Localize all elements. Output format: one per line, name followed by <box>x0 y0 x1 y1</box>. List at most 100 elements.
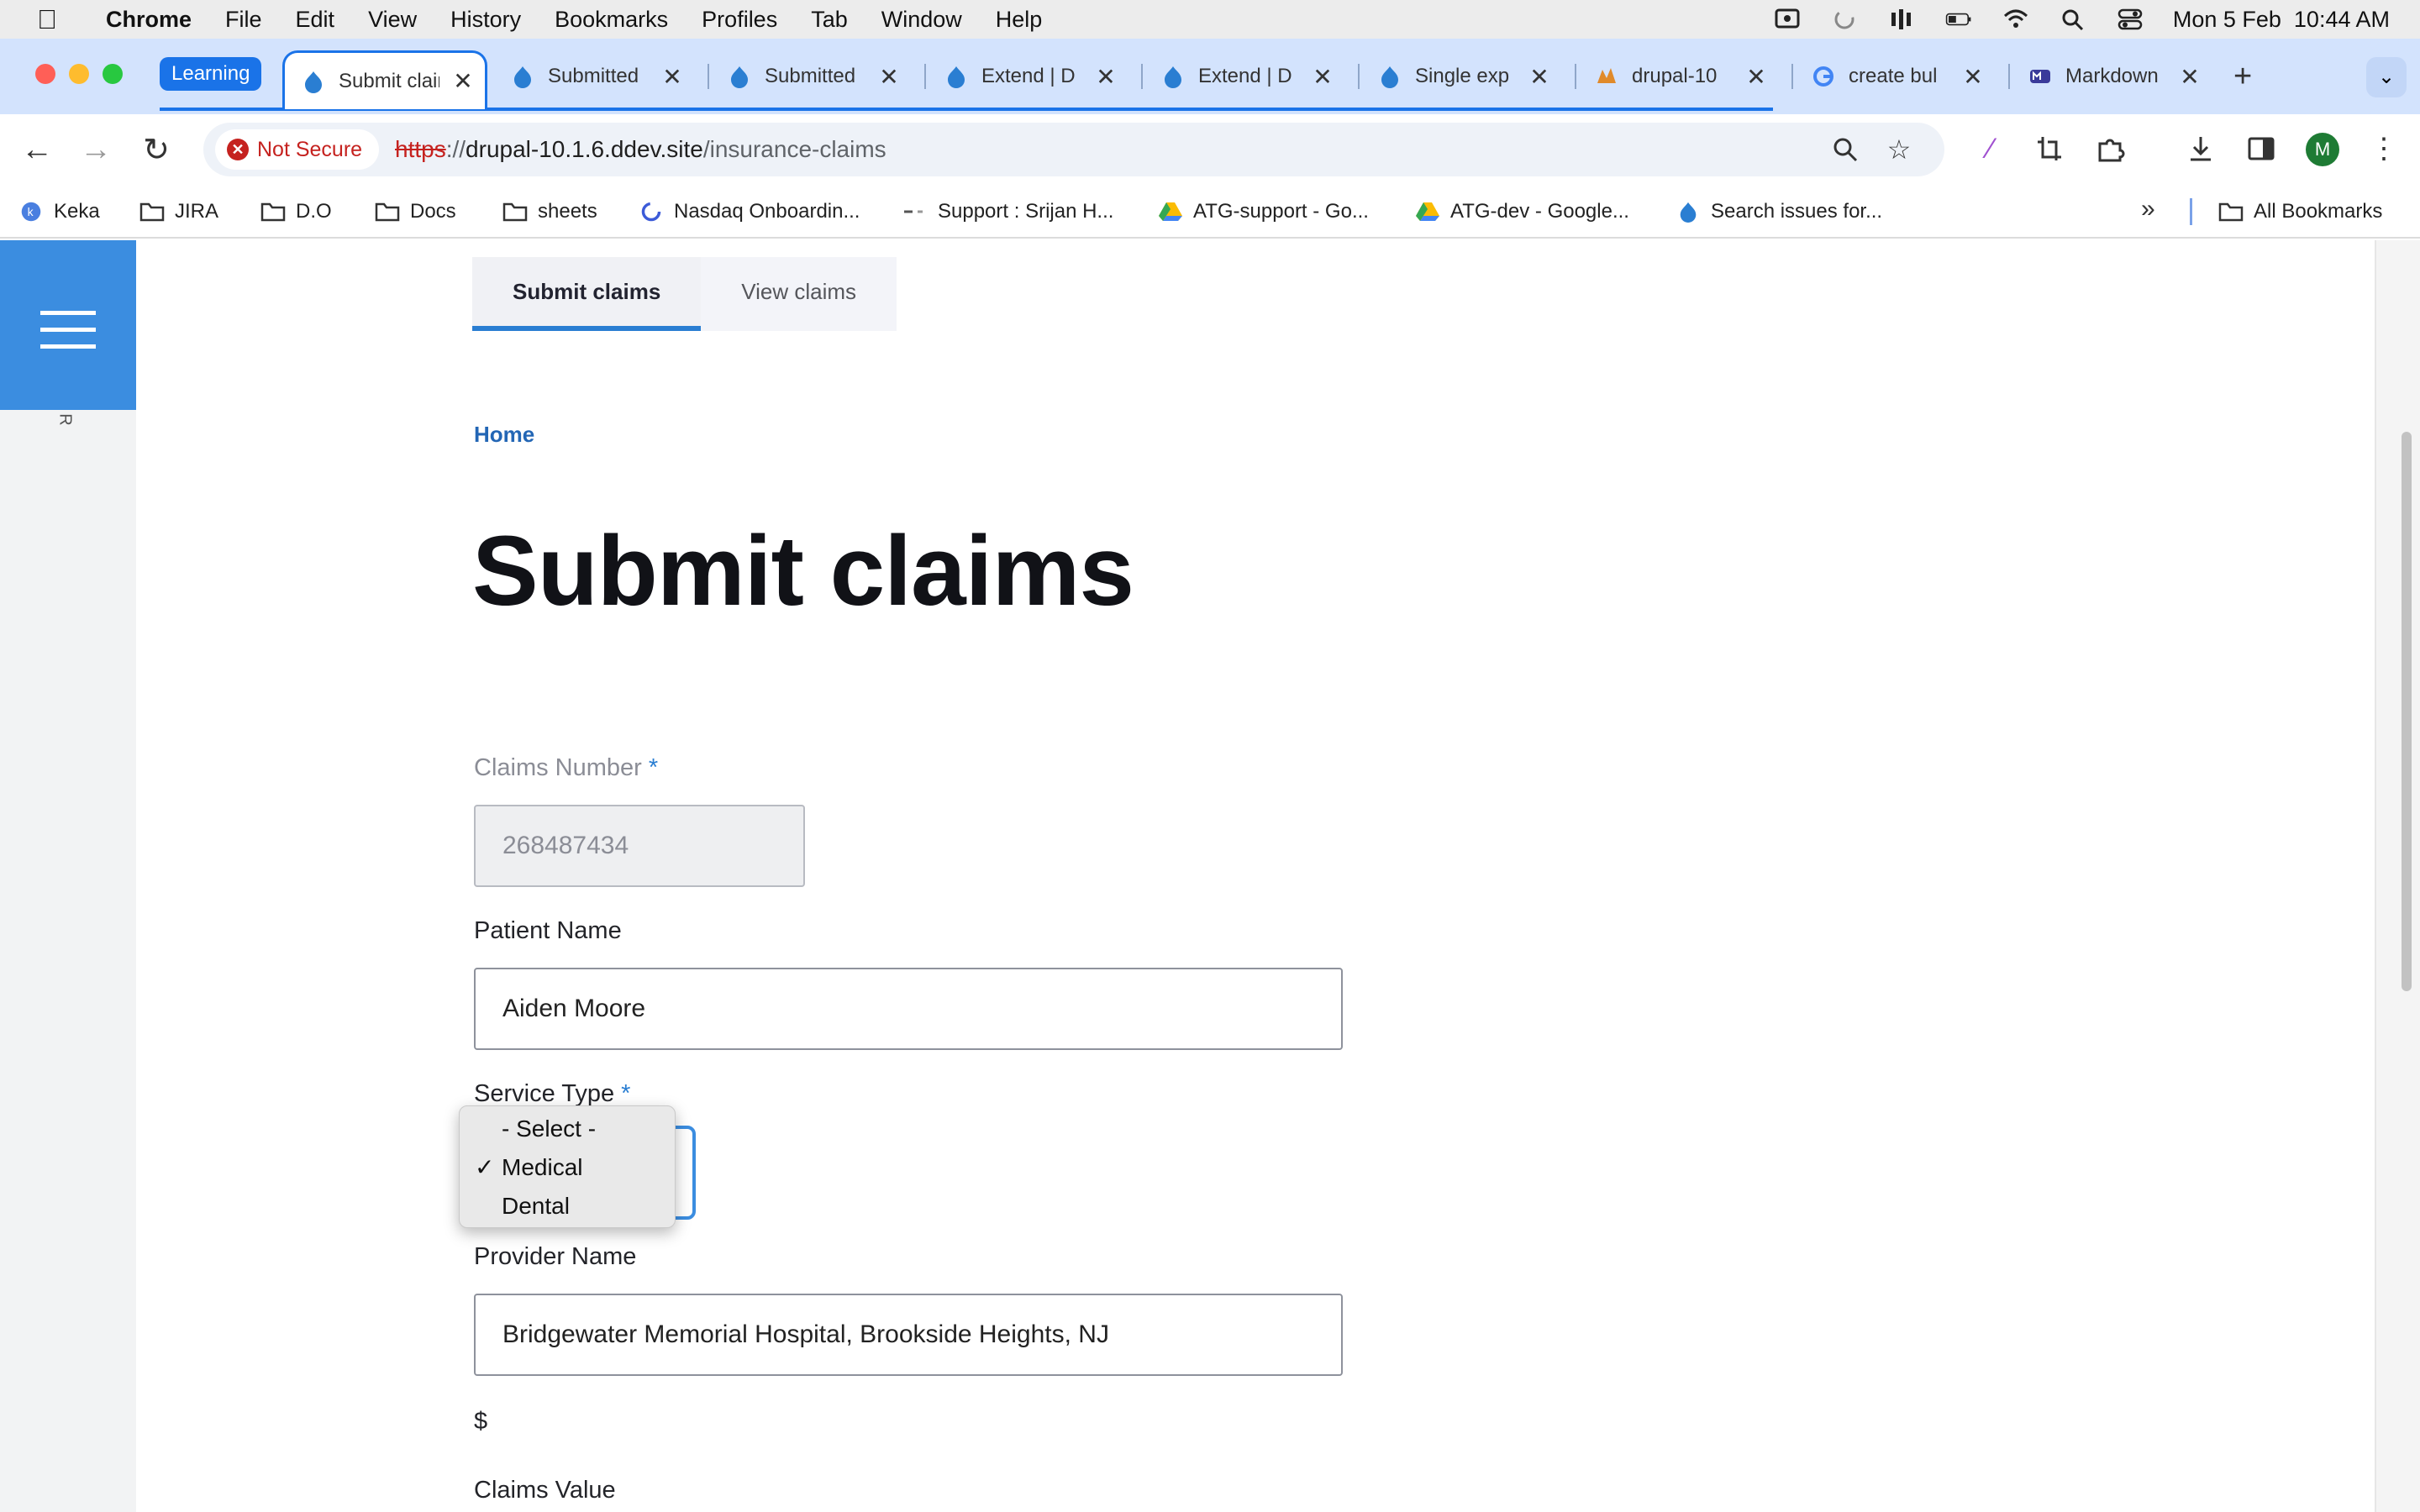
tab-separator <box>1358 64 1360 89</box>
bookmark-folder-jira[interactable]: JIRA <box>139 195 218 228</box>
menu-bookmarks[interactable]: Bookmarks <box>555 7 668 33</box>
tab-markdown[interactable]: Markdown ✕ <box>2012 50 2202 102</box>
tab-extend-2[interactable]: Extend | D ✕ <box>1144 50 1334 102</box>
all-bookmarks-folder[interactable]: All Bookmarks <box>2218 195 2382 228</box>
profile-avatar[interactable]: M <box>2306 133 2339 166</box>
menu-edit[interactable]: Edit <box>296 7 335 33</box>
menu-window[interactable]: Window <box>881 7 962 33</box>
tab-single-exp[interactable]: Single exp ✕ <box>1361 50 1551 102</box>
screen-mirror-icon[interactable] <box>1773 7 1802 32</box>
hamburger-menu-button[interactable] <box>0 240 136 410</box>
apple-icon[interactable]:  <box>30 4 64 35</box>
tab-view-claims-local[interactable]: View claims <box>701 257 897 331</box>
close-icon[interactable]: ✕ <box>1311 63 1334 91</box>
window-close-button[interactable] <box>35 64 55 84</box>
menu-history[interactable]: History <box>450 7 521 33</box>
page-scrollbar-track[interactable] <box>2375 240 2420 1512</box>
bookmark-search-issues[interactable]: Search issues for... <box>1676 195 1882 228</box>
tab-title: create bul <box>1849 65 1938 87</box>
menu-view[interactable]: View <box>368 7 417 33</box>
folder-icon <box>260 199 286 224</box>
tab-submitted-2[interactable]: Submitted ✕ <box>711 50 901 102</box>
menu-file[interactable]: File <box>225 7 262 33</box>
bookmark-label: Docs <box>410 200 456 223</box>
option-medical[interactable]: ✓ Medical <box>460 1148 676 1187</box>
url-text[interactable]: https://drupal-10.1.6.ddev.site/insuranc… <box>395 123 886 176</box>
tab-separator <box>1791 64 1793 89</box>
tab-separator <box>924 64 926 89</box>
reload-icon[interactable]: ↻ <box>134 128 178 171</box>
window-minimize-button[interactable] <box>69 64 89 84</box>
tab-group-label[interactable]: Learning <box>160 57 262 91</box>
tab-submit-claims-local[interactable]: Submit claims <box>472 257 702 331</box>
new-tab-plus-icon[interactable]: + <box>2233 60 2252 92</box>
forward-arrow-icon[interactable]: → <box>74 128 118 171</box>
menubar-status-area: Mon 5 Feb 10:44 AM <box>1773 0 2390 39</box>
service-type-label-text: Service Type <box>474 1080 615 1107</box>
close-icon[interactable]: ✕ <box>1961 63 1985 91</box>
close-icon[interactable]: ✕ <box>660 63 684 91</box>
option-dental[interactable]: Dental <box>460 1187 676 1226</box>
close-icon[interactable]: ✕ <box>1528 63 1551 91</box>
dash-icon <box>902 199 928 224</box>
zoom-magnifier-icon[interactable] <box>1828 133 1862 166</box>
url-scheme: https <box>395 136 446 162</box>
back-arrow-icon[interactable]: ← <box>15 128 59 171</box>
drupal-icon <box>944 65 968 88</box>
extensions-puzzle-icon[interactable] <box>2089 128 2131 170</box>
control-center-icon[interactable] <box>2116 7 2144 32</box>
address-bar[interactable]: ✕ Not Secure https://drupal-10.1.6.ddev.… <box>203 123 1944 176</box>
tab-search-chevron-icon[interactable]: ⌄ <box>2366 57 2407 97</box>
page-scrollbar-thumb[interactable] <box>2402 432 2412 991</box>
tab-title: Single exp <box>1415 65 1510 87</box>
bookmarks-overflow-chevron-icon[interactable]: » <box>2141 195 2155 223</box>
bookmark-folder-sheets[interactable]: sheets <box>502 195 597 228</box>
bookmark-star-icon[interactable]: ☆ <box>1882 133 1916 166</box>
breadcrumb-home[interactable]: Home <box>474 422 534 448</box>
bookmark-atg-support[interactable]: ATG-support - Go... <box>1158 195 1369 228</box>
spotlight-search-icon[interactable] <box>2059 7 2087 32</box>
kebab-menu-icon[interactable]: ⋮ <box>2363 128 2405 170</box>
wifi-icon[interactable] <box>2002 7 2030 32</box>
patient-name-field[interactable]: Aiden Moore <box>474 968 1343 1050</box>
loading-spiral-icon[interactable] <box>1830 7 1859 32</box>
currency-symbol: $ <box>474 1408 488 1435</box>
option-select[interactable]: - Select - <box>460 1110 676 1148</box>
menu-app-chrome[interactable]: Chrome <box>106 7 192 33</box>
menubar-clock[interactable]: Mon 5 Feb 10:44 AM <box>2173 7 2390 33</box>
tab-submitted-1[interactable]: Submitted ✕ <box>494 50 684 102</box>
bookmark-atg-dev[interactable]: ATG-dev - Google... <box>1415 195 1629 228</box>
close-icon[interactable]: ✕ <box>1094 63 1118 91</box>
close-icon[interactable]: ✕ <box>1744 63 1768 91</box>
window-zoom-button[interactable] <box>103 64 123 84</box>
not-secure-chip[interactable]: ✕ Not Secure <box>215 129 380 170</box>
battery-icon[interactable] <box>1944 7 1973 32</box>
browser-toolbar: ← → ↻ ✕ Not Secure https://drupal-10.1.6… <box>0 114 2420 185</box>
tab-create-bul[interactable]: create bul ✕ <box>1795 50 1985 102</box>
close-icon[interactable]: ✕ <box>2178 63 2202 91</box>
tab-extend-1[interactable]: Extend | D ✕ <box>928 50 1118 102</box>
bookmark-keka[interactable]: k Keka <box>18 195 100 228</box>
download-icon[interactable] <box>2180 128 2222 170</box>
bookmark-folder-do[interactable]: D.O <box>260 195 332 228</box>
bookmark-label: Search issues for... <box>1711 200 1883 223</box>
provider-name-field[interactable]: Bridgewater Memorial Hospital, Brookside… <box>474 1294 1343 1376</box>
menu-profiles[interactable]: Profiles <box>702 7 777 33</box>
screenshot-icon[interactable] <box>2028 128 2070 170</box>
pen-extension-icon[interactable]: ⁄ <box>1970 128 2012 170</box>
bookmarks-bar: k Keka JIRA D.O Docs sheets Nasdaq Onboa… <box>0 185 2420 239</box>
claims-number-field: 268487434 <box>474 805 805 887</box>
tab-submit-claims[interactable]: Submit claims ✕ <box>282 50 487 109</box>
menu-help[interactable]: Help <box>996 7 1043 33</box>
tab-drupal-10[interactable]: drupal-10 ✕ <box>1578 50 1768 102</box>
drupal-icon <box>511 65 534 88</box>
bookmark-support-srijan[interactable]: Support : Srijan H... <box>902 195 1113 228</box>
menu-tab[interactable]: Tab <box>811 7 848 33</box>
bookmark-nasdaq[interactable]: Nasdaq Onboardin... <box>639 195 860 228</box>
close-icon[interactable]: ✕ <box>451 67 475 95</box>
bookmark-folder-docs[interactable]: Docs <box>375 195 456 228</box>
side-panel-icon[interactable] <box>2240 128 2282 170</box>
drupal-icon <box>302 70 325 93</box>
audio-bars-icon[interactable] <box>1887 7 1916 32</box>
close-icon[interactable]: ✕ <box>877 63 901 91</box>
